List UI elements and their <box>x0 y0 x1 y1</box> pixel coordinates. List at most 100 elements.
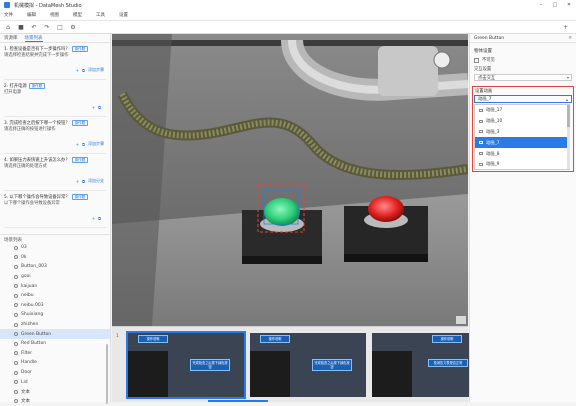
dropdown-option[interactable]: 动画_10 <box>475 116 569 127</box>
export-icon[interactable]: □ <box>56 23 64 31</box>
tree-node[interactable]: Door <box>0 368 110 378</box>
task-item[interactable]: 3. 完成检查之后按下哪一个按钮？操作题 请选择正确的按钮进行操作 +⧉添加步骤 <box>4 120 106 154</box>
task-item[interactable]: 5. 以下哪个操作会导致设备异常？操作题 以下哪个操作会导致设备异常 +⧉ <box>4 194 106 228</box>
tree-node[interactable]: Button_003 <box>0 262 110 272</box>
add-icon[interactable]: + <box>76 68 79 73</box>
save-icon[interactable]: ■ <box>17 23 25 31</box>
node-icon <box>14 351 18 355</box>
copy-icon[interactable]: ⧉ <box>98 216 101 221</box>
menu-file[interactable]: 文件 <box>4 12 13 18</box>
tree-node[interactable]: 0k <box>0 253 110 263</box>
add-branch-link[interactable]: 添加分支 <box>88 178 104 184</box>
animation-icon <box>479 163 483 166</box>
add-icon[interactable]: + <box>92 216 95 221</box>
animation-dropdown-list: 动画_17 动画_10 动画_3 动画_7 动画_8 动画_9 <box>474 104 570 170</box>
interaction-select[interactable]: 点击交互 ▾ <box>474 74 572 81</box>
node-label: Handle <box>21 360 37 365</box>
red-button[interactable] <box>368 196 404 222</box>
animation-icon <box>479 120 483 123</box>
close-icon[interactable]: ✕ <box>568 36 572 41</box>
node-label: zhizhen <box>21 322 38 327</box>
tree-title: 场景列表 <box>0 234 110 242</box>
red-base-edge <box>344 254 428 262</box>
tree-node[interactable]: kaijuan <box>0 281 110 291</box>
add-icon[interactable]: + <box>92 105 95 110</box>
dropdown-option-selected[interactable]: 动画_7 <box>475 137 569 148</box>
animation-select[interactable]: 动画_7 ▴ <box>474 95 572 103</box>
node-label: kaijuan <box>21 284 37 289</box>
menu-view[interactable]: 视图 <box>50 12 59 18</box>
tree-node[interactable]: Lid <box>0 377 110 387</box>
task-desc: 打开电源 <box>4 90 106 96</box>
dropdown-option[interactable]: 动画_3 <box>475 127 569 138</box>
dropdown-option[interactable]: 动画_17 <box>475 105 569 116</box>
copy-icon[interactable]: ⧉ <box>98 105 101 110</box>
copy-icon[interactable]: ⧉ <box>82 179 85 184</box>
tree-node[interactable]: gooi <box>0 272 110 282</box>
settings-icon[interactable]: ⚙ <box>69 23 77 31</box>
task-desc: 以下哪个操作会导致设备异常 <box>4 201 106 207</box>
maximize-icon[interactable]: □ <box>548 2 562 8</box>
node-icon <box>14 361 18 365</box>
tree-node[interactable]: 文本 <box>0 397 110 406</box>
scene-viewport[interactable] <box>112 34 468 326</box>
tree-node[interactable]: zhizhen <box>0 320 110 330</box>
tree-node[interactable]: Red Button <box>0 339 110 349</box>
task-title: 1. 检查设备是否有下一步操作吗？ <box>4 47 70 52</box>
chevron-up-icon: ▴ <box>566 97 568 102</box>
close-icon[interactable]: ✕ <box>562 2 576 8</box>
minimize-icon[interactable]: – <box>534 2 548 8</box>
checkbox-label: 不可见 <box>482 57 495 63</box>
window-controls: – □ ✕ <box>534 2 576 8</box>
node-icon <box>14 342 18 346</box>
title-bar: 机械模拟 - DataMesh Studio – □ ✕ <box>0 0 576 10</box>
tab-resources[interactable]: 资源库 <box>4 35 18 41</box>
copy-icon[interactable]: ⧉ <box>82 142 85 147</box>
home-icon[interactable]: ⌂ <box>4 23 12 31</box>
task-item[interactable]: 2. 打开电源操作题 打开电源 +⧉ <box>4 83 106 117</box>
thumb-panel: 操作说明 <box>432 335 462 343</box>
add-button[interactable]: + <box>563 24 568 31</box>
undo-icon[interactable]: ↶ <box>30 23 38 31</box>
dropdown-option[interactable]: 动画_8 <box>475 148 569 159</box>
chevron-down-icon: ▾ <box>567 75 569 80</box>
dropdown-scrollbar-thumb[interactable] <box>567 105 570 127</box>
menu-model[interactable]: 模型 <box>73 12 82 18</box>
task-item[interactable]: 4. 如果压力表快速上升该怎么办？操作题 请选择正确的处理方式 +⧉添加分支 <box>4 157 106 191</box>
node-label: Lid <box>21 380 28 385</box>
thumb-panel: 完成检查之后按下绿色按钮 <box>312 359 352 371</box>
add-icon[interactable]: + <box>76 142 79 147</box>
corner-widget-icon[interactable] <box>456 316 466 324</box>
add-step-link[interactable]: 添加步骤 <box>88 141 104 147</box>
copy-icon[interactable]: ⧉ <box>82 68 85 73</box>
tree-node[interactable]: neibu.003 <box>0 301 110 311</box>
tree-node[interactable]: Shuixiang <box>0 310 110 320</box>
menu-edit[interactable]: 编辑 <box>27 12 36 18</box>
tree-node[interactable]: Handle <box>0 358 110 368</box>
tree-node[interactable]: Filter <box>0 349 110 359</box>
invisible-checkbox-row[interactable]: 不可见 <box>474 57 572 63</box>
thumb[interactable]: 操作说明 完成检查之后按下绿色按钮 <box>250 333 366 397</box>
add-step-link[interactable]: 添加步骤 <box>88 67 104 73</box>
redo-icon[interactable]: ↷ <box>43 23 51 31</box>
left-scrollbar[interactable] <box>106 344 108 404</box>
add-icon[interactable]: + <box>76 179 79 184</box>
menu-tools[interactable]: 工具 <box>96 12 105 18</box>
thumb-selected[interactable]: 操作说明 完成检查之后按下绿色按钮 <box>128 333 244 397</box>
task-item[interactable]: 1. 检查设备是否有下一步操作吗？操作题 请选择检查结果并完成下一步操作 +⧉添… <box>4 46 106 80</box>
dropdown-option[interactable]: 动画_9 <box>475 159 569 170</box>
tree-node[interactable]: 文本 <box>0 387 110 397</box>
left-panel: 资源库 场景列表 1. 检查设备是否有下一步操作吗？操作题 请选择检查结果并完成… <box>0 34 111 402</box>
green-button[interactable] <box>264 198 300 226</box>
task-desc: 请选择正确的处理方式 <box>4 164 106 170</box>
invisible-checkbox[interactable] <box>474 58 479 63</box>
tree-node[interactable]: 03 <box>0 243 110 253</box>
tree-node[interactable]: neibu <box>0 291 110 301</box>
app-logo-icon <box>4 2 10 8</box>
object-name: Green Button <box>474 36 504 41</box>
tree-node-selected[interactable]: Green Button <box>0 329 110 339</box>
tab-scene-list[interactable]: 场景列表 <box>25 35 43 42</box>
filmstrip-label: 1 <box>116 333 119 338</box>
animation-icon <box>479 152 483 155</box>
menu-settings[interactable]: 设置 <box>119 12 128 18</box>
